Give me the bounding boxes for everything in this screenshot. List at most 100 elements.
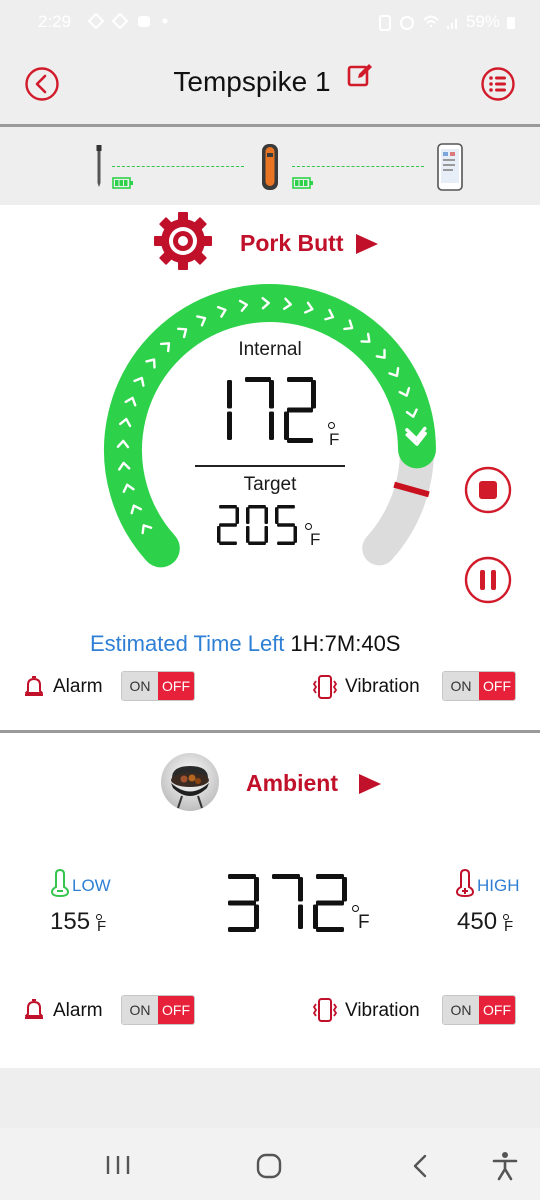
battery-icon <box>507 17 515 29</box>
menu-icon[interactable] <box>480 66 516 102</box>
status-bar: 2:29 59% <box>0 0 540 46</box>
digit-segment <box>277 541 295 545</box>
accessibility-icon[interactable] <box>492 1151 518 1181</box>
internal-unit: F <box>329 430 340 449</box>
ambient-temp-display <box>228 874 347 932</box>
target-temp-display <box>217 505 297 545</box>
digit-segment <box>219 541 237 545</box>
vibration-label: Vibration <box>345 676 420 697</box>
digit-segment <box>227 411 232 440</box>
degree-symbol <box>328 422 335 429</box>
grill-icon <box>161 753 219 811</box>
alarm-label: Alarm <box>53 1000 103 1021</box>
digit-segment <box>254 904 259 929</box>
degree-symbol <box>352 905 359 912</box>
internal-temp-display <box>227 377 316 443</box>
digit-segment <box>272 874 300 879</box>
vibration-icon <box>312 998 338 1022</box>
edit-icon[interactable] <box>346 61 374 89</box>
battery-saver-icon <box>378 15 391 31</box>
digit-segment <box>316 927 344 932</box>
digit-segment <box>246 526 250 543</box>
low-value: 155 <box>50 908 90 936</box>
target-unit: F <box>310 530 321 549</box>
probe-icon <box>96 145 102 187</box>
alarm-clock-icon <box>399 16 414 30</box>
vibration-toggle[interactable]: ON OFF <box>442 671 516 701</box>
back-nav-icon[interactable] <box>410 1153 430 1179</box>
digit-segment <box>245 377 271 382</box>
low-label: LOW <box>72 876 111 895</box>
digit-segment <box>277 505 295 509</box>
digit-segment <box>248 541 266 545</box>
estimated-time-value: 1H:7M:40S <box>290 631 401 656</box>
battery-icon <box>112 177 133 189</box>
toggle-off-option[interactable]: OFF <box>479 996 515 1024</box>
digit-segment <box>228 874 256 879</box>
degree-symbol <box>305 523 312 530</box>
link-line <box>292 166 424 167</box>
target-label: Target <box>243 474 297 495</box>
alarm-toggle[interactable]: ON OFF <box>121 995 195 1025</box>
digit-segment <box>264 526 268 543</box>
digit-segment <box>287 377 313 382</box>
internal-label: Internal <box>238 339 302 360</box>
vibration-icon <box>312 675 338 699</box>
toggle-off-option[interactable]: OFF <box>158 672 194 700</box>
toggle-on-option[interactable]: ON <box>122 672 158 700</box>
alarm-toggle[interactable]: ON OFF <box>121 671 195 701</box>
digit-segment <box>277 523 295 527</box>
digit-segment <box>219 505 237 509</box>
estimated-time-label: Estimated Time Left <box>90 631 285 656</box>
digit-segment <box>316 874 344 879</box>
toggle-off-option[interactable]: OFF <box>479 672 515 700</box>
digit-segment <box>269 380 274 409</box>
high-label: HIGH <box>477 876 520 895</box>
vibration-label: Vibration <box>345 1000 420 1021</box>
thermometer-high-icon <box>455 869 475 897</box>
repeater-icon <box>262 144 278 190</box>
page-title-text: Tempspike 1 <box>173 66 331 97</box>
digit-segment <box>264 507 268 524</box>
vibration-toggle[interactable]: ON OFF <box>442 995 516 1025</box>
digit-segment <box>219 523 237 527</box>
bell-icon <box>25 676 43 696</box>
toggle-on-option[interactable]: ON <box>443 996 479 1024</box>
high-unit: F <box>504 918 514 935</box>
play-icon[interactable] <box>358 773 382 795</box>
digit-segment <box>275 507 279 524</box>
digit-segment <box>287 407 313 413</box>
digit-segment <box>313 904 318 929</box>
system-navigation-bar <box>0 1128 540 1200</box>
digit-segment <box>246 507 250 524</box>
digit-segment <box>217 526 221 543</box>
battery-percent: 59% <box>465 12 500 31</box>
phone-icon <box>437 143 463 191</box>
home-icon[interactable] <box>256 1153 282 1179</box>
toggle-on-option[interactable]: ON <box>122 996 158 1024</box>
wifi-icon <box>423 15 439 27</box>
digit-segment <box>227 380 232 409</box>
digit-segment <box>298 877 303 902</box>
digit-segment <box>228 927 256 932</box>
digit-segment <box>254 877 259 902</box>
app-header: Tempspike 1 <box>0 46 540 124</box>
digit-segment <box>293 526 297 543</box>
notification-icon <box>88 13 104 29</box>
digit-segment <box>287 438 313 443</box>
digit-segment <box>342 877 347 902</box>
pause-icon[interactable] <box>464 556 512 604</box>
high-value-number: 450 <box>457 908 498 935</box>
stop-icon[interactable] <box>464 466 512 514</box>
toggle-on-option[interactable]: ON <box>443 672 479 700</box>
status-time: 2:29 <box>38 12 72 31</box>
toggle-off-option[interactable]: OFF <box>158 996 194 1024</box>
digit-segment <box>298 904 303 929</box>
status-system-icons: 59% <box>378 12 516 32</box>
ambient-name[interactable]: Ambient <box>246 770 338 797</box>
connection-status <box>0 127 540 205</box>
thermometer-low-icon <box>50 869 70 897</box>
recent-apps-icon[interactable] <box>104 1154 132 1176</box>
notification-icon <box>112 13 128 29</box>
digit-segment <box>235 507 239 524</box>
